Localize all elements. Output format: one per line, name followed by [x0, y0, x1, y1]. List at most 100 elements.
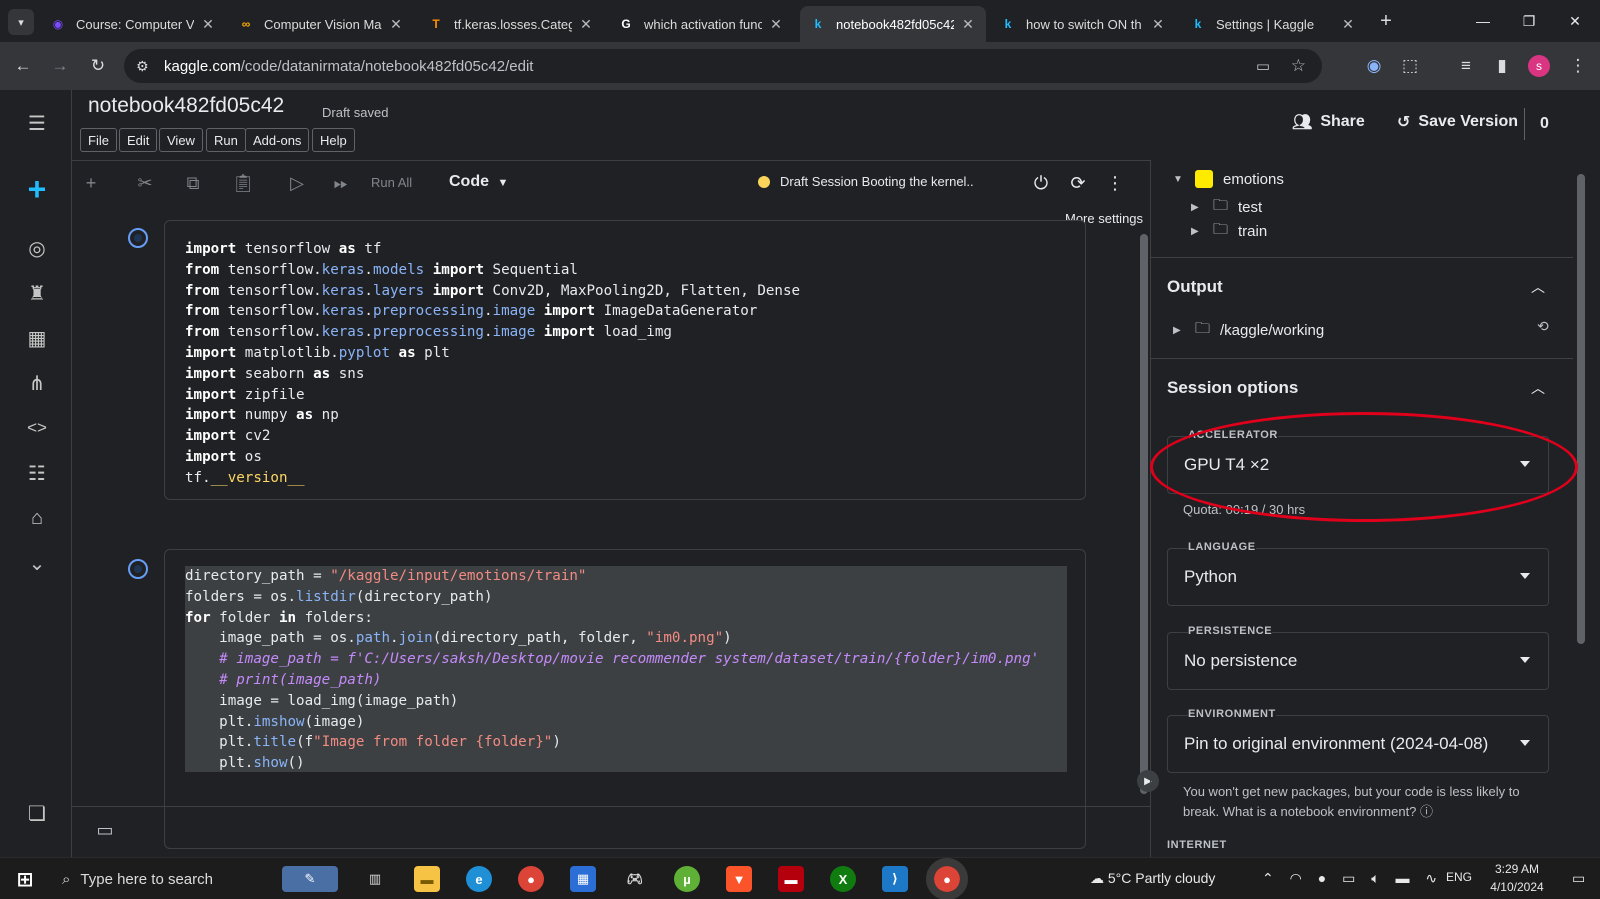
- run-all-icon[interactable]: ⏩︎: [330, 172, 352, 194]
- notebook-scrollbar[interactable]: [1140, 234, 1148, 794]
- language-select[interactable]: LANGUAGE Python: [1167, 541, 1549, 606]
- console-icon[interactable]: ▭: [94, 819, 116, 841]
- models-icon[interactable]: ⋔: [24, 370, 50, 396]
- folder-train[interactable]: ▶ 🗀︎ train: [1191, 219, 1267, 244]
- cell-run-indicator[interactable]: [128, 228, 148, 248]
- weather[interactable]: ☁ 5°C Partly cloudy: [1090, 870, 1215, 887]
- browser-tab[interactable]: k notebook482fd05c42 ✕: [800, 6, 986, 42]
- restore-icon[interactable]: ❐: [1506, 6, 1552, 36]
- run-cell-icon[interactable]: ▷: [286, 172, 308, 194]
- dataset-item[interactable]: ▼ emotions: [1173, 170, 1284, 188]
- browser-tab[interactable]: k Settings | Kaggle ✕: [1180, 6, 1366, 42]
- output-header[interactable]: Output: [1167, 277, 1223, 297]
- back-icon[interactable]: ←: [11, 54, 35, 78]
- run-all-button[interactable]: Run All: [371, 175, 412, 190]
- panel-scrollbar[interactable]: [1573, 160, 1600, 857]
- minimize-icon[interactable]: —: [1460, 6, 1506, 36]
- close-tab-icon[interactable]: ✕: [578, 16, 594, 33]
- profile-avatar[interactable]: s: [1528, 55, 1550, 77]
- close-tab-icon[interactable]: ✕: [768, 16, 784, 33]
- menu-addons[interactable]: Add-ons: [245, 128, 310, 152]
- extensions-puzzle-icon[interactable]: ⬚: [1398, 54, 1422, 78]
- xbox-icon[interactable]: X: [830, 866, 856, 892]
- output-folder[interactable]: ▶ 🗀︎ /kaggle/working: [1173, 318, 1324, 343]
- add-cell-icon[interactable]: +: [80, 172, 102, 194]
- input-language[interactable]: ENG: [1446, 870, 1472, 884]
- notifications-icon[interactable]: ▭: [1572, 870, 1585, 887]
- hamburger-menu-icon[interactable]: ☰: [24, 110, 50, 136]
- recent-copy-icon[interactable]: ❏: [24, 800, 50, 826]
- taskbar-search[interactable]: ⌕ Type here to search: [48, 858, 268, 899]
- session-options-header[interactable]: Session options: [1167, 378, 1298, 398]
- chevron-up-icon[interactable]: ︿: [1531, 378, 1545, 398]
- utorrent-icon[interactable]: µ: [674, 866, 700, 892]
- scrollbar-thumb[interactable]: [1577, 174, 1585, 644]
- code-editor-1[interactable]: import tensorflow as tf from tensorflow.…: [165, 221, 1085, 489]
- table-icon[interactable]: ▦: [24, 325, 50, 351]
- code-icon[interactable]: <>: [24, 415, 50, 441]
- close-tab-icon[interactable]: ✕: [1340, 16, 1356, 33]
- info-icon[interactable]: ⓘ: [1420, 804, 1433, 819]
- install-app-icon[interactable]: ▭: [1256, 57, 1270, 75]
- menu-view[interactable]: View: [159, 128, 203, 152]
- power-icon[interactable]: ⏻: [1030, 172, 1052, 194]
- chrome-active-icon[interactable]: ●: [926, 858, 968, 899]
- forward-icon[interactable]: →: [48, 54, 72, 78]
- copy-icon[interactable]: ⧉: [182, 172, 204, 194]
- browser-tab[interactable]: Gwhich activation func ✕: [608, 6, 794, 42]
- create-plus-icon[interactable]: +: [24, 171, 50, 207]
- site-info-icon[interactable]: ⚙: [136, 58, 149, 75]
- more-chevron-icon[interactable]: ⌄: [24, 550, 50, 576]
- media-control-icon[interactable]: ≡: [1454, 54, 1478, 78]
- task-view-icon[interactable]: ▥: [362, 866, 388, 892]
- address-bar[interactable]: ⚙ kaggle.com/code/datanirmata/notebook48…: [124, 49, 1322, 83]
- cut-icon[interactable]: ✂: [134, 172, 156, 194]
- code-cell-1[interactable]: import tensorflow as tf from tensorflow.…: [164, 220, 1086, 500]
- cell-type-dropdown[interactable]: Code ▼: [449, 173, 508, 191]
- folder-test[interactable]: ▶ 🗀︎ test: [1191, 195, 1262, 220]
- menu-file[interactable]: File: [80, 128, 117, 152]
- menu-edit[interactable]: Edit: [119, 128, 158, 152]
- bookmark-star-icon[interactable]: ☆: [1291, 56, 1306, 76]
- games-icon[interactable]: 🎮︎: [622, 866, 648, 892]
- close-tab-icon[interactable]: ✕: [960, 16, 976, 33]
- close-window-icon[interactable]: ✕: [1552, 6, 1598, 36]
- browser-tab[interactable]: Ttf.keras.losses.Catego ✕: [418, 6, 604, 42]
- code-cell-2[interactable]: directory_path = "/kaggle/input/emotions…: [164, 549, 1086, 849]
- environment-select[interactable]: ENVIRONMENT Pin to original environment …: [1167, 708, 1549, 773]
- accelerator-select[interactable]: ACCELERATOR GPU T4 ×2: [1167, 429, 1549, 494]
- side-panel-icon[interactable]: ▮: [1490, 54, 1514, 78]
- reload-icon[interactable]: ↻: [86, 54, 110, 78]
- browser-tab[interactable]: k how to switch ON th ✕: [990, 6, 1176, 42]
- close-tab-icon[interactable]: ✕: [388, 16, 404, 33]
- cell-run-indicator[interactable]: [128, 559, 148, 579]
- close-tab-icon[interactable]: ✕: [200, 16, 216, 33]
- tab-search-icon[interactable]: ▾: [8, 9, 34, 35]
- file-explorer-icon[interactable]: ▬: [414, 866, 440, 892]
- menu-run[interactable]: Run: [206, 128, 246, 152]
- persistence-select[interactable]: PERSISTENCE No persistence: [1167, 625, 1549, 690]
- restart-icon[interactable]: ⟳: [1067, 172, 1089, 194]
- windows-start-icon[interactable]: ⊞: [12, 866, 38, 892]
- store-icon[interactable]: ▦: [570, 866, 596, 892]
- clock[interactable]: 3:29 AM 4/10/2024: [1474, 860, 1560, 896]
- notebook-title[interactable]: notebook482fd05c42: [88, 94, 284, 118]
- close-tab-icon[interactable]: ✕: [1150, 16, 1166, 33]
- learn-icon[interactable]: ⌂: [24, 505, 50, 531]
- discussion-icon[interactable]: ☷: [24, 460, 50, 486]
- media-app-icon[interactable]: ▬: [778, 866, 804, 892]
- chrome-icon[interactable]: ●: [518, 866, 544, 892]
- new-tab-icon[interactable]: +: [1374, 9, 1398, 33]
- refresh-icon[interactable]: ⟲: [1537, 318, 1549, 335]
- share-button[interactable]: 👥︎ Share: [1292, 112, 1365, 132]
- paste-icon[interactable]: 📋︎: [232, 172, 255, 194]
- browser-tab[interactable]: ∞ Computer Vision Ma ✕: [228, 6, 414, 42]
- compass-icon[interactable]: ◎: [24, 235, 50, 261]
- browser-menu-icon[interactable]: ⋮: [1566, 54, 1590, 78]
- extension-icon[interactable]: ◉: [1362, 54, 1386, 78]
- chevron-up-icon[interactable]: ︿: [1531, 277, 1545, 297]
- trophy-icon[interactable]: ♜: [24, 280, 50, 306]
- more-settings-icon[interactable]: ⋮: [1104, 172, 1126, 194]
- brave-icon[interactable]: ▼: [726, 866, 752, 892]
- save-version-button[interactable]: ↺ Save Version: [1397, 112, 1518, 132]
